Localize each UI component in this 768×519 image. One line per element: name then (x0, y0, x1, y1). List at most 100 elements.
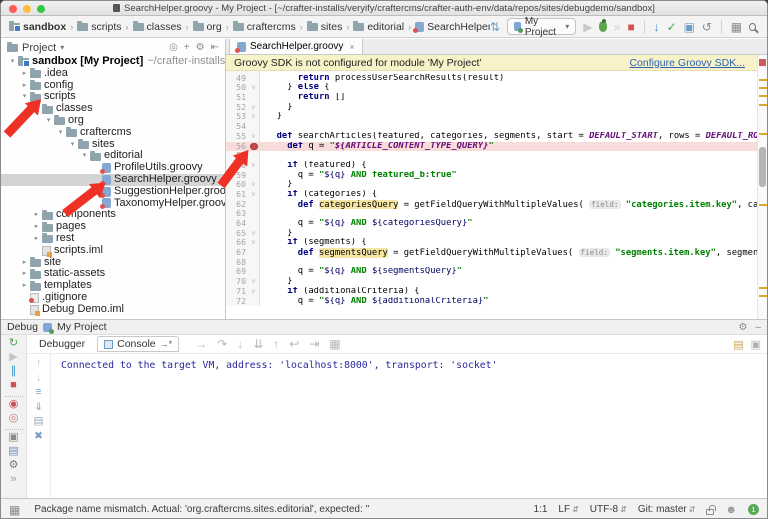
code-line-65[interactable]: 65∨ } (226, 229, 757, 239)
code-line-70[interactable]: 70∨ } (226, 277, 757, 287)
tree-item-scripts-iml[interactable]: scripts.iml (1, 245, 225, 257)
soft-wrap-icon[interactable]: ≡ (35, 387, 41, 398)
tree-item-components[interactable]: ▸components (1, 209, 225, 221)
fold-gutter[interactable]: ∨ (248, 277, 260, 287)
run-to-cursor-icon[interactable]: ⇥ (309, 337, 319, 351)
fold-gutter[interactable]: ∨ (248, 190, 260, 200)
code-line-66[interactable]: 66∨ if (segments) { (226, 238, 757, 248)
drop-frame-icon[interactable]: ↩ (289, 337, 299, 351)
code-area[interactable]: 48 if (result) {49 return processUserSea… (226, 71, 757, 319)
chevron-down-icon[interactable]: ▾ (67, 139, 78, 151)
maximize-window-icon[interactable] (37, 5, 45, 13)
breadcrumb-item-sites[interactable]: sites (307, 21, 343, 33)
title-bar[interactable]: SearchHelper.groovy - My Project - [~/cr… (1, 1, 767, 16)
tab-searchhelper-groovy[interactable]: SearchHelper.groovy × (229, 39, 363, 54)
tree-item-site[interactable]: ▸site (1, 257, 225, 269)
chevron-right-icon[interactable]: ▸ (31, 221, 42, 233)
close-tab-icon[interactable]: × (349, 42, 354, 52)
run-icon[interactable]: ▶ (583, 21, 592, 33)
notification-badge[interactable]: 1 (748, 504, 759, 515)
breadcrumb-item-scripts[interactable]: scripts (77, 21, 121, 33)
tree-item-pages[interactable]: ▸pages (1, 221, 225, 233)
code-line-50[interactable]: 50∨ } else { (226, 83, 757, 93)
configure-groovy-sdk-link[interactable]: Configure Groovy SDK... (629, 57, 749, 69)
settings-icon[interactable]: ⚙ (738, 322, 747, 333)
status-message[interactable]: Package name mismatch. Actual: 'org.craf… (34, 504, 369, 515)
fold-gutter[interactable] (248, 171, 260, 181)
code-line-60[interactable]: 60∨ } (226, 180, 757, 190)
code-line-56[interactable]: 56 def q = "${ARTICLE_CONTENT_TYPE_QUERY… (226, 142, 757, 152)
more-icon[interactable]: » (10, 474, 16, 488)
lock-icon[interactable] (706, 509, 714, 515)
stop-icon[interactable]: ■ (627, 21, 634, 33)
fold-gutter[interactable]: ∨ (248, 287, 260, 297)
sort-icon[interactable]: ⇅ (490, 21, 500, 33)
mute-breakpoints-icon[interactable]: ◎ (9, 413, 19, 427)
code-line-53[interactable]: 53∨ } (226, 112, 757, 122)
step-over-icon[interactable]: ↷ (217, 337, 227, 351)
search-icon[interactable] (749, 23, 756, 31)
fold-gutter[interactable] (248, 297, 260, 307)
pin-tab-icon[interactable]: ▣ (751, 338, 761, 351)
code-line-62[interactable]: 62 def categoriesQuery = getFieldQueryWi… (226, 200, 757, 210)
pause-icon[interactable]: ∥ (11, 366, 17, 380)
status-widget-1-1[interactable]: 1:1 (533, 504, 547, 515)
fold-gutter[interactable]: ∨ (248, 161, 260, 171)
rerun-icon[interactable]: ↻ (9, 338, 18, 352)
fold-gutter[interactable] (248, 209, 260, 219)
tree-item-profileutils-groovy[interactable]: ProfileUtils.groovy (1, 162, 225, 174)
code-line-58[interactable]: 58∨ if (featured) { (226, 161, 757, 171)
tree-item-static-assets[interactable]: ▸static-assets (1, 268, 225, 280)
locate-icon[interactable]: ◎ (169, 42, 178, 53)
tree-item-editorial[interactable]: ▾editorial (1, 150, 225, 162)
console-output[interactable]: Connected to the target VM, address: 'lo… (51, 354, 767, 498)
breakpoint-gutter[interactable] (248, 142, 260, 152)
line-number[interactable]: 72 (226, 297, 248, 307)
tree-item-craftercms[interactable]: ▾craftercms (1, 127, 225, 139)
vcs-commit-icon[interactable]: ✓ (667, 21, 677, 33)
code-line-61[interactable]: 61∨ if (categories) { (226, 190, 757, 200)
code-line-71[interactable]: 71∨ if (additionalCriteria) { (226, 287, 757, 297)
chevron-down-icon[interactable]: ▾ (7, 56, 18, 68)
code-line-72[interactable]: 72 q = "${q} AND ${additionalCriteria}" (226, 297, 757, 307)
fold-gutter[interactable]: ∨ (248, 180, 260, 190)
fold-gutter[interactable] (248, 200, 260, 210)
breakpoint-icon[interactable] (250, 143, 258, 151)
vcs-changes-icon[interactable]: ▣ (684, 21, 695, 33)
code-line-63[interactable]: 63 (226, 209, 757, 219)
breadcrumb-item-editorial[interactable]: editorial (353, 21, 404, 33)
chevron-right-icon[interactable]: ▸ (19, 257, 30, 269)
tree-item-suggestionhelper-groovy[interactable]: SuggestionHelper.groovy (1, 186, 225, 198)
tree-item-org[interactable]: ▾org (1, 115, 225, 127)
collapse-all-icon[interactable]: + (184, 42, 190, 53)
code-line-59[interactable]: 59 q = "${q} AND featured_b:true" (226, 171, 757, 181)
chevron-right-icon[interactable]: ▸ (19, 268, 30, 280)
chevron-down-icon[interactable]: ▾ (55, 127, 66, 139)
scroll-to-end-icon[interactable]: ⇓ (34, 402, 43, 413)
fold-gutter[interactable] (248, 258, 260, 268)
code-line-67[interactable]: 67 def segmentsQuery = getFieldQueryWith… (226, 248, 757, 258)
breadcrumb-item-classes[interactable]: classes (133, 21, 182, 33)
tree-item-templates[interactable]: ▸templates (1, 280, 225, 292)
fold-gutter[interactable] (248, 74, 260, 84)
fold-gutter[interactable] (248, 248, 260, 258)
project-view-dropdown-icon[interactable]: ▾ (60, 43, 64, 52)
vcs-revert-icon[interactable]: ↺ (702, 21, 712, 33)
hide-panel-icon[interactable]: ⇤ (211, 42, 219, 53)
tab-debugger[interactable]: Debugger (33, 337, 91, 351)
code-line-55[interactable]: 55∨ def searchArticles(featured, categor… (226, 132, 757, 142)
editor-pane[interactable]: SearchHelper.groovy × Groovy SDK is not … (226, 39, 767, 319)
fold-gutter[interactable]: ∨ (248, 112, 260, 122)
down-stack-icon[interactable]: ↓ (36, 373, 41, 384)
hide-icon[interactable]: – (755, 322, 761, 333)
status-widget-lf[interactable]: LF⇵ (558, 504, 578, 515)
code-line-64[interactable]: 64 q = "${q} AND ${categoriesQuery}" (226, 219, 757, 229)
restore-layout-icon[interactable]: ▤ (733, 338, 743, 351)
chevron-right-icon[interactable]: ▸ (19, 68, 30, 80)
breadcrumb-item-sandbox[interactable]: sandbox (9, 21, 66, 33)
fold-gutter[interactable]: ∨ (248, 132, 260, 142)
breadcrumb-item-craftercms[interactable]: craftercms (233, 21, 296, 33)
tree-item-rest[interactable]: ▸rest (1, 233, 225, 245)
run-configuration-selector[interactable]: My Project▾ (507, 18, 576, 35)
code-line-68[interactable]: 68 (226, 258, 757, 268)
